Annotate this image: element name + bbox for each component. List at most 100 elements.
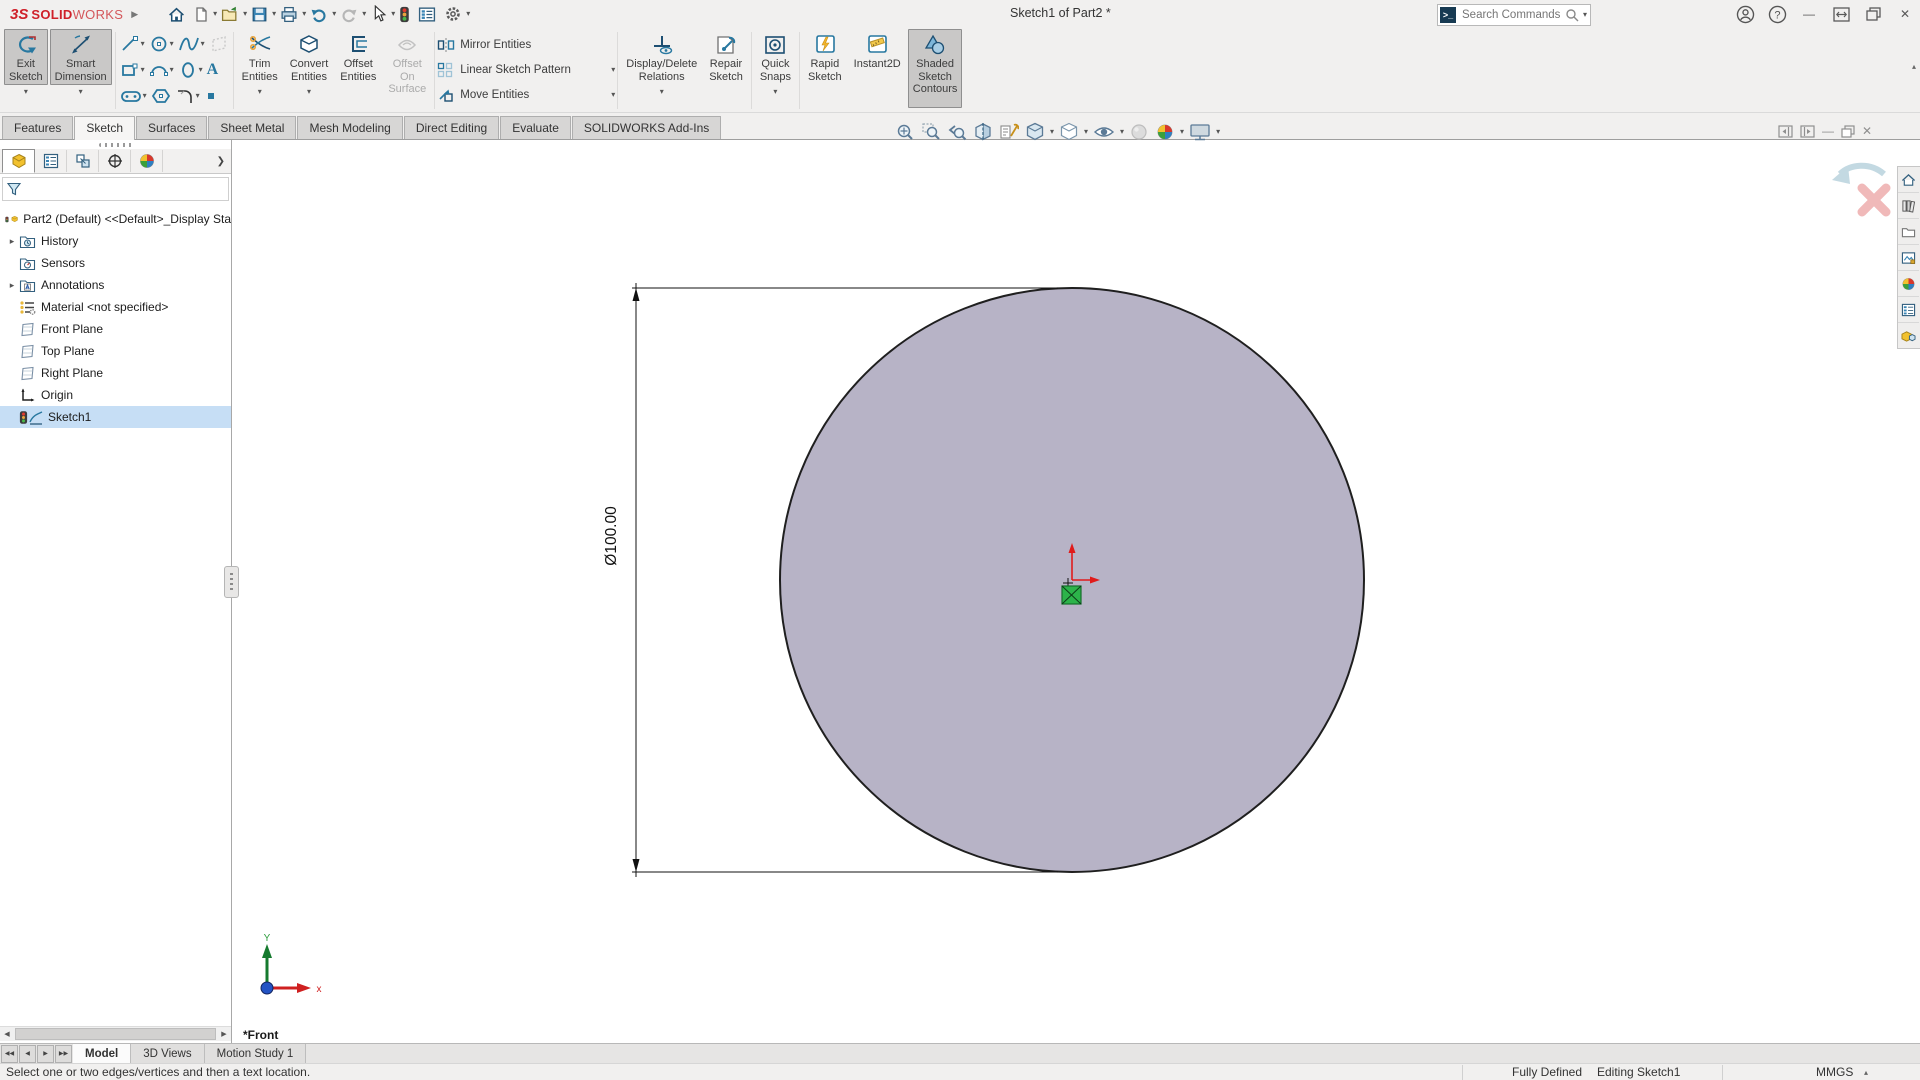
tree-root-part[interactable]: Part2 (Default) <<Default>_Display Sta: [0, 208, 231, 230]
help-button[interactable]: ?: [1764, 2, 1790, 26]
scroll-right-icon[interactable]: ▶: [217, 1030, 231, 1038]
units-dropdown-icon[interactable]: ▴: [1864, 1068, 1868, 1077]
select-dropdown[interactable]: ▾: [391, 10, 395, 18]
view-palette-button[interactable]: [1898, 245, 1919, 271]
options-dropdown[interactable]: ▾: [466, 10, 470, 18]
display-style-button[interactable]: [1056, 120, 1082, 144]
tree-item-top-plane[interactable]: Top Plane: [0, 340, 231, 362]
units-selector[interactable]: MMGS: [1816, 1065, 1853, 1079]
scroll-left-icon[interactable]: ◀: [0, 1030, 14, 1038]
document-restore-icon[interactable]: [1841, 124, 1855, 138]
rapid-sketch-button[interactable]: Rapid Sketch: [803, 29, 847, 85]
panel-drag-handle[interactable]: [0, 140, 231, 149]
menu-flyout-icon[interactable]: ▶: [131, 9, 138, 20]
smart-dimension-dropdown[interactable]: ▾: [79, 87, 83, 96]
convert-entities-dropdown[interactable]: ▾: [307, 87, 311, 96]
tab-sketch[interactable]: Sketch: [74, 116, 136, 140]
appearances-button[interactable]: [1898, 271, 1919, 297]
exit-sketch-dropdown[interactable]: ▾: [24, 87, 28, 96]
tree-item-sensors[interactable]: Sensors: [0, 252, 231, 274]
tree-item-origin[interactable]: Origin: [0, 384, 231, 406]
tree-horizontal-scrollbar[interactable]: ◀ ▶: [0, 1026, 231, 1041]
previous-tab-button[interactable]: ◀: [19, 1044, 36, 1063]
quick-snaps-button[interactable]: Quick Snaps: [755, 29, 796, 85]
close-button[interactable]: ✕: [1892, 2, 1918, 26]
slot-dropdown[interactable]: ▾: [143, 92, 147, 100]
repair-sketch-button[interactable]: Repair Sketch: [704, 29, 748, 85]
tab-sheet-metal[interactable]: Sheet Metal: [208, 116, 297, 139]
expand-arrow-icon[interactable]: ▸: [5, 280, 19, 291]
ellipse-tool[interactable]: ▾: [176, 60, 205, 80]
tab-configuration-manager[interactable]: [67, 150, 99, 172]
line-dropdown[interactable]: ▾: [141, 40, 145, 48]
smart-dimension-button[interactable]: Smart Dimension: [49, 29, 112, 85]
tree-item-material[interactable]: Material <not specified>: [0, 296, 231, 318]
zoom-to-fit-button[interactable]: [892, 120, 918, 144]
last-tab-button[interactable]: ▶▶: [55, 1044, 72, 1063]
tree-item-annotations[interactable]: ▸ Annotations: [0, 274, 231, 296]
offset-entities-button[interactable]: Offset Entities: [335, 29, 381, 85]
document-minimize-icon[interactable]: —: [1822, 124, 1834, 138]
trim-entities-dropdown[interactable]: ▾: [258, 87, 262, 96]
annotation-view-button[interactable]: [996, 120, 1022, 144]
search-input[interactable]: [1460, 8, 1565, 22]
undo-dropdown[interactable]: ▾: [332, 10, 336, 18]
tab-features[interactable]: Features: [2, 116, 74, 139]
solidworks-content-button[interactable]: [1898, 323, 1919, 348]
apply-scene-dropdown[interactable]: ▾: [1180, 128, 1184, 136]
exit-sketch-corner-arrowhead[interactable]: [1832, 166, 1850, 184]
ribbon-collapse-icon-top[interactable]: ▴: [1912, 62, 1916, 71]
tab-motion-study-1[interactable]: Motion Study 1: [204, 1044, 307, 1063]
exit-sketch-button[interactable]: Exit Sketch: [4, 29, 48, 85]
first-tab-button[interactable]: ◀◀: [1, 1044, 18, 1063]
display-delete-relations-button[interactable]: Display/Delete Relations: [621, 29, 702, 85]
dimension-value[interactable]: Ø100.00: [603, 506, 620, 566]
point-tool[interactable]: [202, 89, 220, 103]
print-button[interactable]: [278, 4, 300, 25]
ellipse-dropdown[interactable]: ▾: [199, 66, 203, 74]
tab-display-manager[interactable]: [131, 150, 163, 172]
arc-tool[interactable]: ▾: [147, 60, 176, 80]
text-tool[interactable]: A: [205, 61, 221, 79]
minimize-button[interactable]: —: [1796, 2, 1822, 26]
graphics-viewport[interactable]: Ø100.00 Y x *Front: [232, 140, 1920, 1043]
line-tool[interactable]: ▾: [118, 34, 147, 54]
trim-entities-button[interactable]: Trim Entities: [237, 29, 283, 85]
task-pane-home-button[interactable]: [1898, 167, 1919, 193]
rectangle-dropdown[interactable]: ▾: [141, 66, 145, 74]
restore-button[interactable]: [1860, 2, 1886, 26]
section-view-button[interactable]: [970, 120, 996, 144]
display-style-dropdown[interactable]: ▾: [1084, 128, 1088, 136]
spline-tool[interactable]: ▾: [176, 34, 207, 54]
open-button[interactable]: [219, 4, 241, 25]
tree-item-sketch1[interactable]: Sketch1: [0, 406, 231, 428]
next-tab-button[interactable]: ▶: [37, 1044, 54, 1063]
tab-model[interactable]: Model: [73, 1044, 132, 1063]
account-button[interactable]: [1732, 2, 1758, 26]
move-entities-dropdown[interactable]: ▾: [611, 90, 615, 99]
select-button[interactable]: [368, 3, 389, 25]
tab-solidworks-add-ins[interactable]: SOLIDWORKS Add-Ins: [571, 116, 722, 139]
custom-properties-button[interactable]: [1898, 297, 1919, 323]
options-button[interactable]: [442, 3, 464, 25]
instant2d-button[interactable]: Instant2D: [849, 29, 906, 73]
spline-dropdown[interactable]: ▾: [201, 40, 205, 48]
design-library-button[interactable]: [1898, 193, 1919, 219]
search-icon[interactable]: [1565, 8, 1580, 23]
tree-item-front-plane[interactable]: Front Plane: [0, 318, 231, 340]
view-settings-dropdown[interactable]: ▾: [1216, 128, 1220, 136]
view-orientation-button[interactable]: [1022, 120, 1048, 144]
zoom-to-area-button[interactable]: [918, 120, 944, 144]
tab-dimxpert-manager[interactable]: [99, 150, 131, 172]
shaded-sketch-contours-button[interactable]: Shaded Sketch Contours: [907, 29, 963, 108]
fillet-dropdown[interactable]: ▾: [196, 92, 200, 100]
file-explorer-button[interactable]: [1898, 219, 1919, 245]
cancel-sketch-corner-icon[interactable]: [1857, 183, 1891, 217]
collapse-panel-left-icon[interactable]: [1778, 124, 1793, 138]
tab-surfaces[interactable]: Surfaces: [136, 116, 208, 139]
move-entities-button[interactable]: Move Entities ▾: [437, 82, 615, 107]
document-close-icon[interactable]: ✕: [1862, 124, 1872, 138]
previous-view-button[interactable]: [944, 120, 970, 144]
tab-mesh-modeling[interactable]: Mesh Modeling: [297, 116, 403, 139]
linear-sketch-pattern-button[interactable]: Linear Sketch Pattern ▾: [437, 57, 615, 82]
